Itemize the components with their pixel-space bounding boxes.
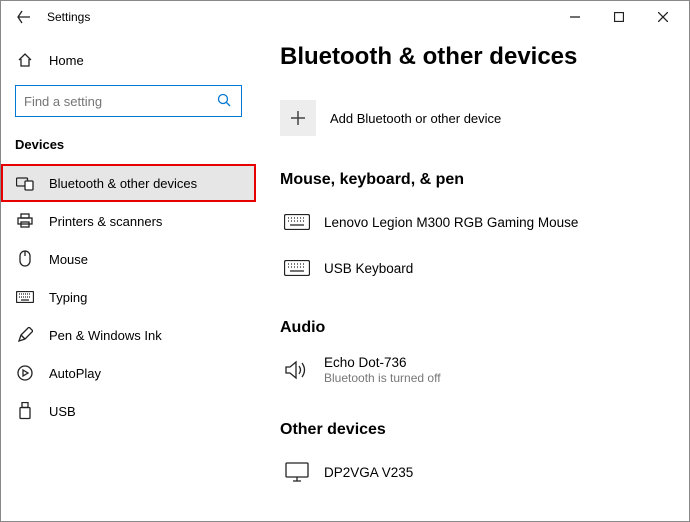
device-label: USB Keyboard xyxy=(324,261,413,276)
sidebar-item-printers[interactable]: Printers & scanners xyxy=(1,202,256,240)
home-icon xyxy=(15,50,35,70)
minimize-button[interactable] xyxy=(553,2,597,32)
keyboard-icon xyxy=(15,287,35,307)
device-row[interactable]: Lenovo Legion M300 RGB Gaming Mouse xyxy=(280,199,665,245)
sidebar-item-label: AutoPlay xyxy=(49,366,101,381)
add-device-label: Add Bluetooth or other device xyxy=(330,111,501,126)
sidebar-item-label: Mouse xyxy=(49,252,88,267)
search-input[interactable] xyxy=(24,94,217,109)
sidebar-item-bluetooth[interactable]: Bluetooth & other devices xyxy=(1,164,256,202)
speaker-icon xyxy=(280,360,314,380)
sidebar-item-autoplay[interactable]: AutoPlay xyxy=(1,354,256,392)
devices-icon xyxy=(15,173,35,193)
device-label: DP2VGA V235 xyxy=(324,465,413,480)
device-row[interactable]: DP2VGA V235 xyxy=(280,449,665,495)
device-label: Lenovo Legion M300 RGB Gaming Mouse xyxy=(324,215,578,230)
device-row[interactable]: USB Keyboard xyxy=(280,245,665,291)
sidebar-item-label: Home xyxy=(49,53,84,68)
search-input-container[interactable] xyxy=(15,85,242,117)
window-titlebar: Settings xyxy=(1,1,689,33)
pen-icon xyxy=(15,325,35,345)
sidebar: Home Devices Bluetooth & other devices P… xyxy=(1,33,256,521)
page-title: Bluetooth & other devices xyxy=(280,43,665,71)
monitor-icon xyxy=(280,462,314,482)
section-heading-audio: Audio xyxy=(280,319,665,337)
window-title: Settings xyxy=(47,10,90,24)
maximize-button[interactable] xyxy=(597,2,641,32)
add-device-button[interactable]: Add Bluetooth or other device xyxy=(280,93,665,143)
device-sublabel: Bluetooth is turned off xyxy=(324,371,441,385)
sidebar-item-mouse[interactable]: Mouse xyxy=(1,240,256,278)
section-heading-other: Other devices xyxy=(280,421,665,439)
sidebar-item-label: Pen & Windows Ink xyxy=(49,328,162,343)
device-row[interactable]: Echo Dot-736 Bluetooth is turned off xyxy=(280,347,665,393)
autoplay-icon xyxy=(15,363,35,383)
search-icon xyxy=(217,93,233,109)
keyboard-icon xyxy=(280,260,314,276)
sidebar-item-usb[interactable]: USB xyxy=(1,392,256,430)
close-button[interactable] xyxy=(641,2,685,32)
sidebar-item-label: Bluetooth & other devices xyxy=(49,176,197,191)
back-button[interactable] xyxy=(13,10,35,24)
main-content: Bluetooth & other devices Add Bluetooth … xyxy=(256,33,689,521)
device-label: Echo Dot-736 xyxy=(324,355,441,370)
sidebar-item-label: USB xyxy=(49,404,76,419)
sidebar-item-pen[interactable]: Pen & Windows Ink xyxy=(1,316,256,354)
plus-icon xyxy=(280,100,316,136)
mouse-icon xyxy=(15,249,35,269)
keyboard-icon xyxy=(280,214,314,230)
sidebar-item-label: Typing xyxy=(49,290,87,305)
sidebar-item-typing[interactable]: Typing xyxy=(1,278,256,316)
sidebar-item-home[interactable]: Home xyxy=(1,41,256,79)
printer-icon xyxy=(15,211,35,231)
usb-icon xyxy=(15,401,35,421)
section-heading-mouse: Mouse, keyboard, & pen xyxy=(280,171,665,189)
sidebar-item-label: Printers & scanners xyxy=(49,214,162,229)
sidebar-section-label: Devices xyxy=(1,131,256,164)
